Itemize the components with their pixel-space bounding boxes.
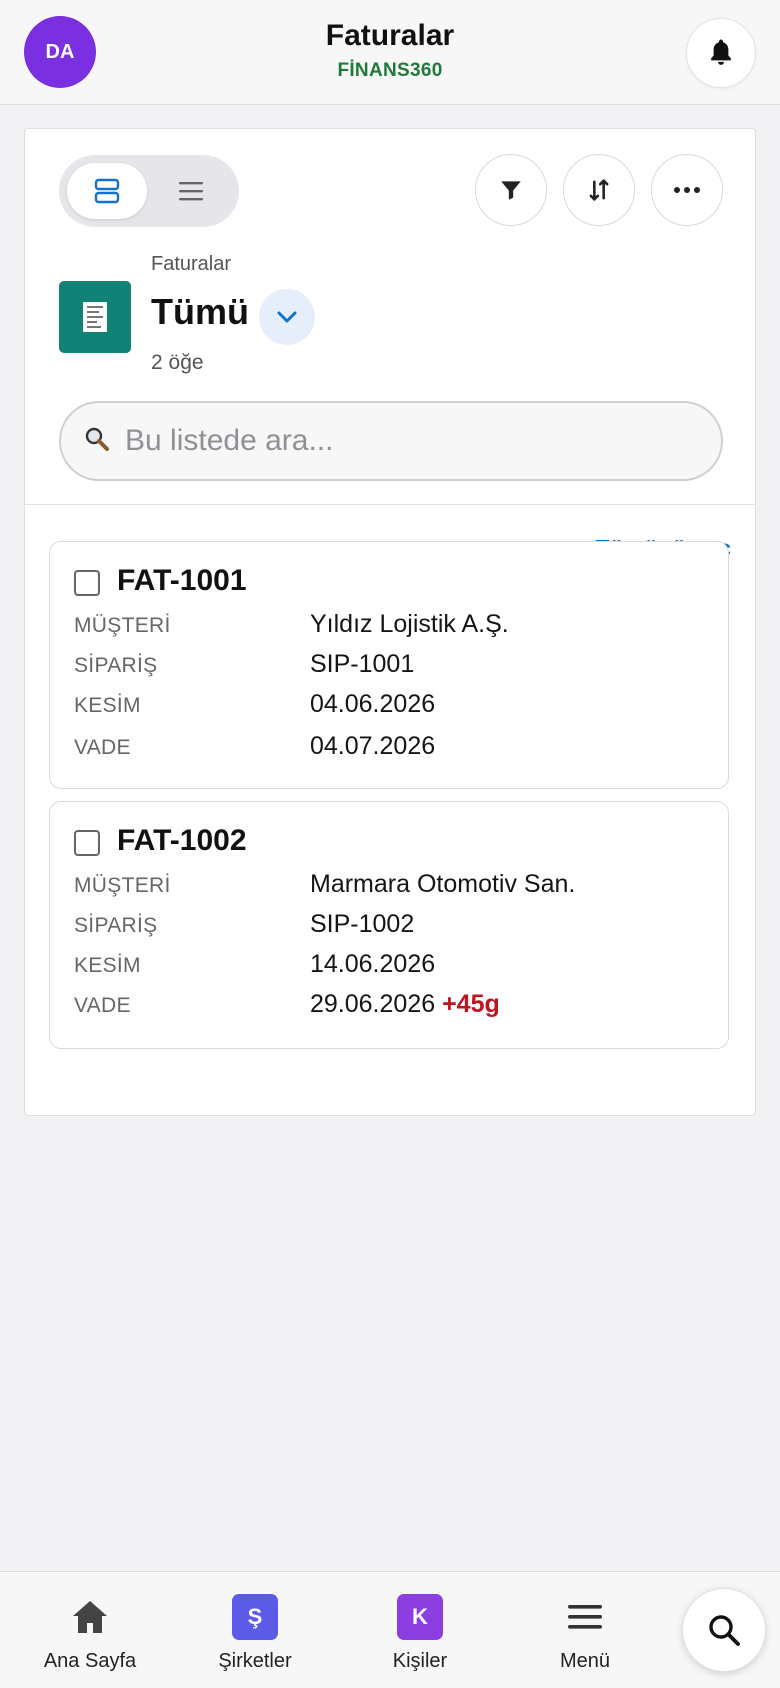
contacts-badge-icon: K: [397, 1594, 443, 1640]
field-label: VADE: [74, 736, 131, 759]
contacts-badge: K: [397, 1594, 443, 1640]
field-label: SİPARİŞ: [74, 914, 158, 937]
field-value: SIP-1001: [310, 650, 415, 678]
nav-item-home[interactable]: Ana Sayfa: [10, 1572, 170, 1688]
card-view-button[interactable]: [67, 163, 147, 219]
field-label: VADE: [74, 994, 131, 1017]
list-view-icon: [179, 182, 203, 201]
item-checkbox[interactable]: [74, 570, 100, 596]
search-input[interactable]: [125, 413, 695, 469]
filter-button[interactable]: [475, 154, 547, 226]
item-title[interactable]: FAT-1002: [117, 824, 247, 858]
field-label: MÜŞTERİ: [74, 874, 171, 897]
field-value: Yıldız Lojistik A.Ş.: [310, 610, 509, 638]
home-icon: [67, 1594, 113, 1640]
bell-icon: [711, 39, 731, 65]
field-label: MÜŞTERİ: [74, 614, 171, 637]
companies-badge: Ş: [232, 1594, 278, 1640]
page-title: Faturalar: [325, 19, 455, 52]
list-view-dropdown[interactable]: [259, 289, 315, 345]
search-icon: [709, 1615, 740, 1646]
more-options-button[interactable]: [651, 154, 723, 226]
search-bar: [59, 401, 723, 481]
list-item[interactable]: FAT-1001 MÜŞTERİ Yıldız Lojistik A.Ş. Sİ…: [49, 541, 729, 789]
field-label: KESİM: [74, 954, 141, 977]
divider: [25, 504, 755, 505]
search-icon: [85, 427, 109, 451]
field-value: SIP-1002: [310, 910, 415, 938]
nav-label: Kişiler: [392, 1650, 448, 1672]
item-count: 2 öğe: [151, 351, 204, 374]
header-title-group: Faturalar FİNANS360: [0, 18, 780, 82]
nav-label: Menü: [559, 1650, 611, 1672]
sort-icon: [589, 179, 609, 201]
field-value: 29.06.2026: [310, 990, 436, 1018]
field-label: KESİM: [74, 694, 141, 717]
list-panel: Faturalar Tümü 2 öğe Tümünü seç FAT-1001…: [24, 128, 756, 1116]
bottom-navigation: Ana Sayfa Ş Şirketler K Kişiler Menü: [0, 1571, 780, 1688]
companies-badge-icon: Ş: [232, 1594, 278, 1640]
receipt-icon: [59, 281, 131, 353]
menu-icon: [562, 1594, 608, 1640]
field-value: Marmara Otomotiv San.: [310, 870, 576, 898]
list-view-button[interactable]: [151, 163, 231, 219]
field-value: 04.07.2026: [310, 732, 436, 760]
field-value: 04.06.2026: [310, 690, 436, 718]
item-title[interactable]: FAT-1001: [117, 564, 247, 598]
list-object-label: Faturalar: [151, 253, 232, 275]
filter-icon: [501, 181, 521, 200]
chevron-down-icon: [277, 311, 297, 323]
field-label: SİPARİŞ: [74, 654, 158, 677]
list-view-name: Tümü: [151, 291, 249, 332]
view-mode-toggle: [59, 155, 239, 227]
nav-item-menu[interactable]: Menü: [505, 1572, 665, 1688]
notifications-button[interactable]: [686, 18, 756, 88]
nav-item-companies[interactable]: Ş Şirketler: [175, 1572, 335, 1688]
sort-button[interactable]: [563, 154, 635, 226]
more-icon: [674, 187, 700, 193]
list-item[interactable]: FAT-1002 MÜŞTERİ Marmara Otomotiv San. S…: [49, 801, 729, 1049]
item-checkbox[interactable]: [74, 830, 100, 856]
field-value: 14.06.2026: [310, 950, 436, 978]
brand-name: FİNANS360: [337, 60, 443, 81]
nav-label: Şirketler: [218, 1650, 292, 1672]
card-view-icon: [94, 178, 120, 204]
field-value-group: 29.06.2026 +45g: [310, 990, 500, 1019]
nav-item-contacts[interactable]: K Kişiler: [340, 1572, 500, 1688]
global-search-button[interactable]: [682, 1588, 766, 1672]
nav-label: Ana Sayfa: [43, 1650, 137, 1672]
overdue-badge: +45g: [442, 990, 500, 1018]
app-header: DA Faturalar FİNANS360: [0, 0, 780, 105]
